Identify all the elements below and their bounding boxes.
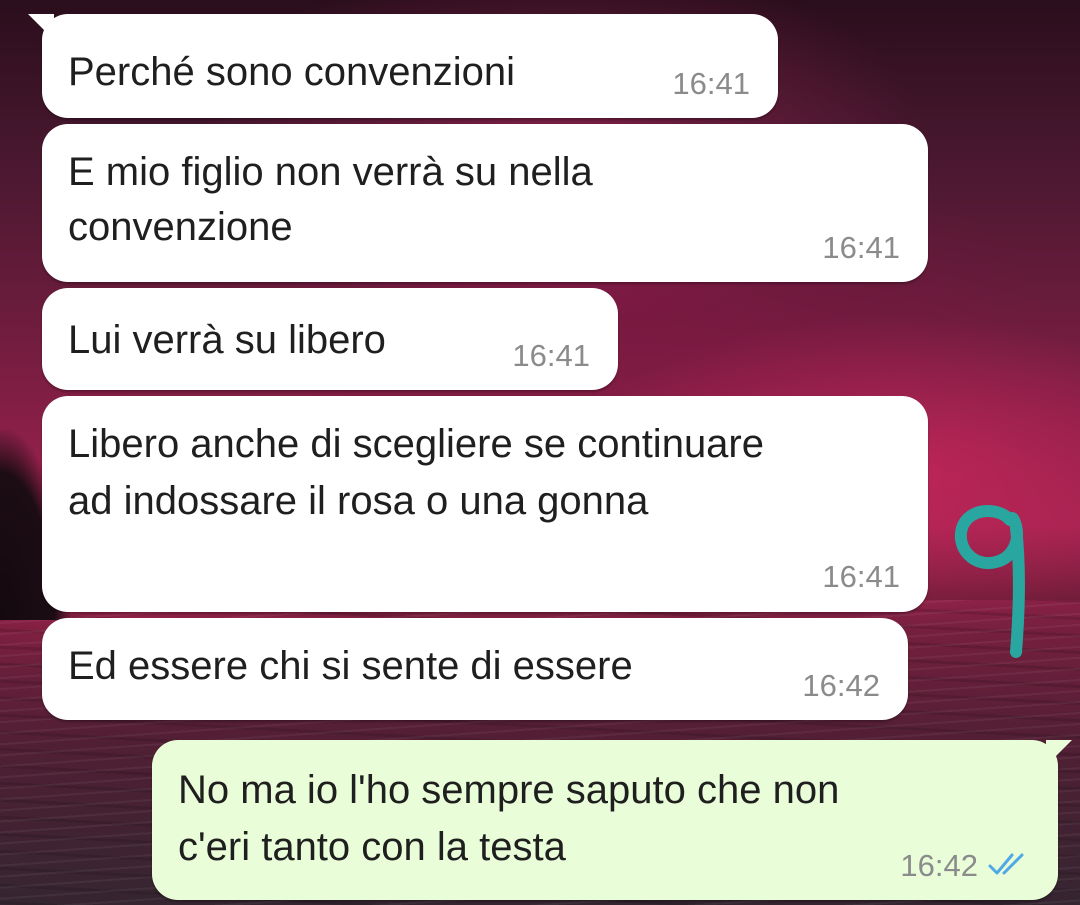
message-text: Ed essere chi si sente di essere xyxy=(68,644,633,688)
message-timestamp: 16:41 xyxy=(822,559,900,594)
message-bubble-incoming[interactable]: E mio figlio non verrà su nella convenzi… xyxy=(42,124,928,282)
message-timestamp: 16:41 xyxy=(672,66,750,101)
handwritten-number-annotation xyxy=(940,492,1036,664)
message-timestamp: 16:41 xyxy=(512,338,590,373)
message-text-line: c'eri tanto con la testa xyxy=(178,825,566,869)
message-bubble-outgoing[interactable]: No ma io l'ho sempre saputo che non c'er… xyxy=(152,740,1072,900)
message-bubble-incoming[interactable]: Ed essere chi si sente di essere 16:42 xyxy=(42,618,908,720)
message-text-line: Libero anche di scegliere se continuare xyxy=(68,422,764,466)
message-text: Lui verrà su libero xyxy=(68,318,386,362)
message-text: Perché sono convenzioni xyxy=(68,50,515,94)
message-bubble-incoming[interactable]: Libero anche di scegliere se continuare … xyxy=(42,396,928,612)
message-bubble-incoming[interactable]: Perché sono convenzioni 16:41 xyxy=(28,14,778,118)
message-timestamp: 16:41 xyxy=(822,230,900,265)
message-text-line: ad indossare il rosa o una gonna xyxy=(68,479,649,523)
bubble-tail xyxy=(1046,740,1072,766)
bubble-tail xyxy=(28,14,54,40)
double-check-icon xyxy=(988,851,1030,877)
message-text-line: No ma io l'ho sempre saputo che non xyxy=(178,768,840,812)
message-text-line: convenzione xyxy=(68,205,293,249)
message-text-line: E mio figlio non verrà su nella xyxy=(68,150,593,194)
message-bubble-incoming[interactable]: Lui verrà su libero 16:41 xyxy=(42,288,618,390)
message-timestamp: 16:42 xyxy=(802,668,880,703)
message-timestamp: 16:42 xyxy=(900,848,978,883)
